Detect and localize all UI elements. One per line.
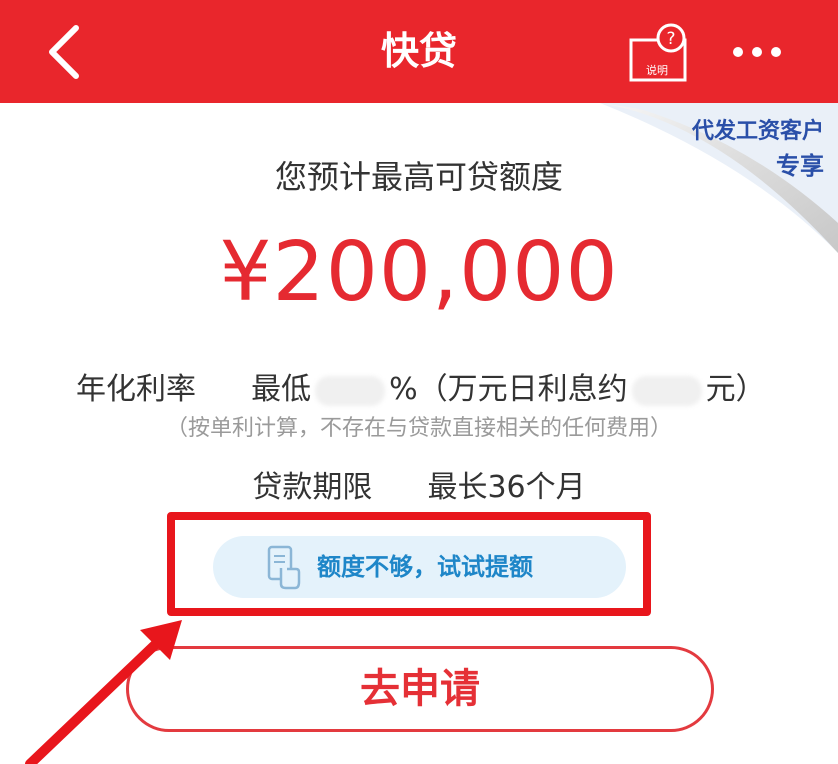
- max-amount-value: ¥200,000: [219, 225, 619, 320]
- rate-unit: %: [389, 372, 418, 407]
- top-bar: 快贷 ? 说明: [0, 0, 838, 103]
- term-label: 贷款期限: [252, 470, 373, 505]
- daily-interest-suffix: 元）: [705, 372, 766, 407]
- term-value: 最长36个月: [427, 470, 586, 505]
- more-dots-icon: [733, 47, 781, 57]
- svg-text:?: ?: [666, 29, 675, 49]
- rate-label: 年化利率: [76, 372, 196, 407]
- daily-interest-prefix: （万元日利息约: [417, 372, 628, 407]
- rate-min-label: 最低: [251, 372, 312, 407]
- daily-interest-blurred: [631, 375, 702, 406]
- max-amount-label: 您预计最高可贷额度: [274, 158, 563, 196]
- help-button[interactable]: ? 说明: [625, 22, 693, 86]
- increase-limit-button[interactable]: 额度不够，试试提额: [213, 536, 626, 598]
- help-icon-label: 说明: [646, 63, 668, 77]
- corner-badge-line1: 代发工资客户: [691, 119, 824, 144]
- rate-value-blurred: [315, 375, 386, 406]
- back-button[interactable]: [38, 22, 94, 82]
- loan-term-row: 贷款期限 最长36个月: [0, 462, 838, 506]
- interest-rate-row: 年化利率 最低 %（万元日利息约 元）: [76, 364, 766, 408]
- annotation-arrow: [25, 620, 182, 764]
- page-title: 快贷: [380, 29, 457, 73]
- rate-note: （按单利计算，不存在与贷款直接相关的任何费用）: [165, 416, 672, 441]
- chevron-left-icon: [49, 25, 79, 79]
- help-document-icon: ? 说明: [629, 23, 687, 82]
- increase-limit-label: 额度不够，试试提额: [317, 553, 533, 581]
- hand-document-icon: [267, 545, 301, 590]
- more-button[interactable]: [730, 38, 784, 66]
